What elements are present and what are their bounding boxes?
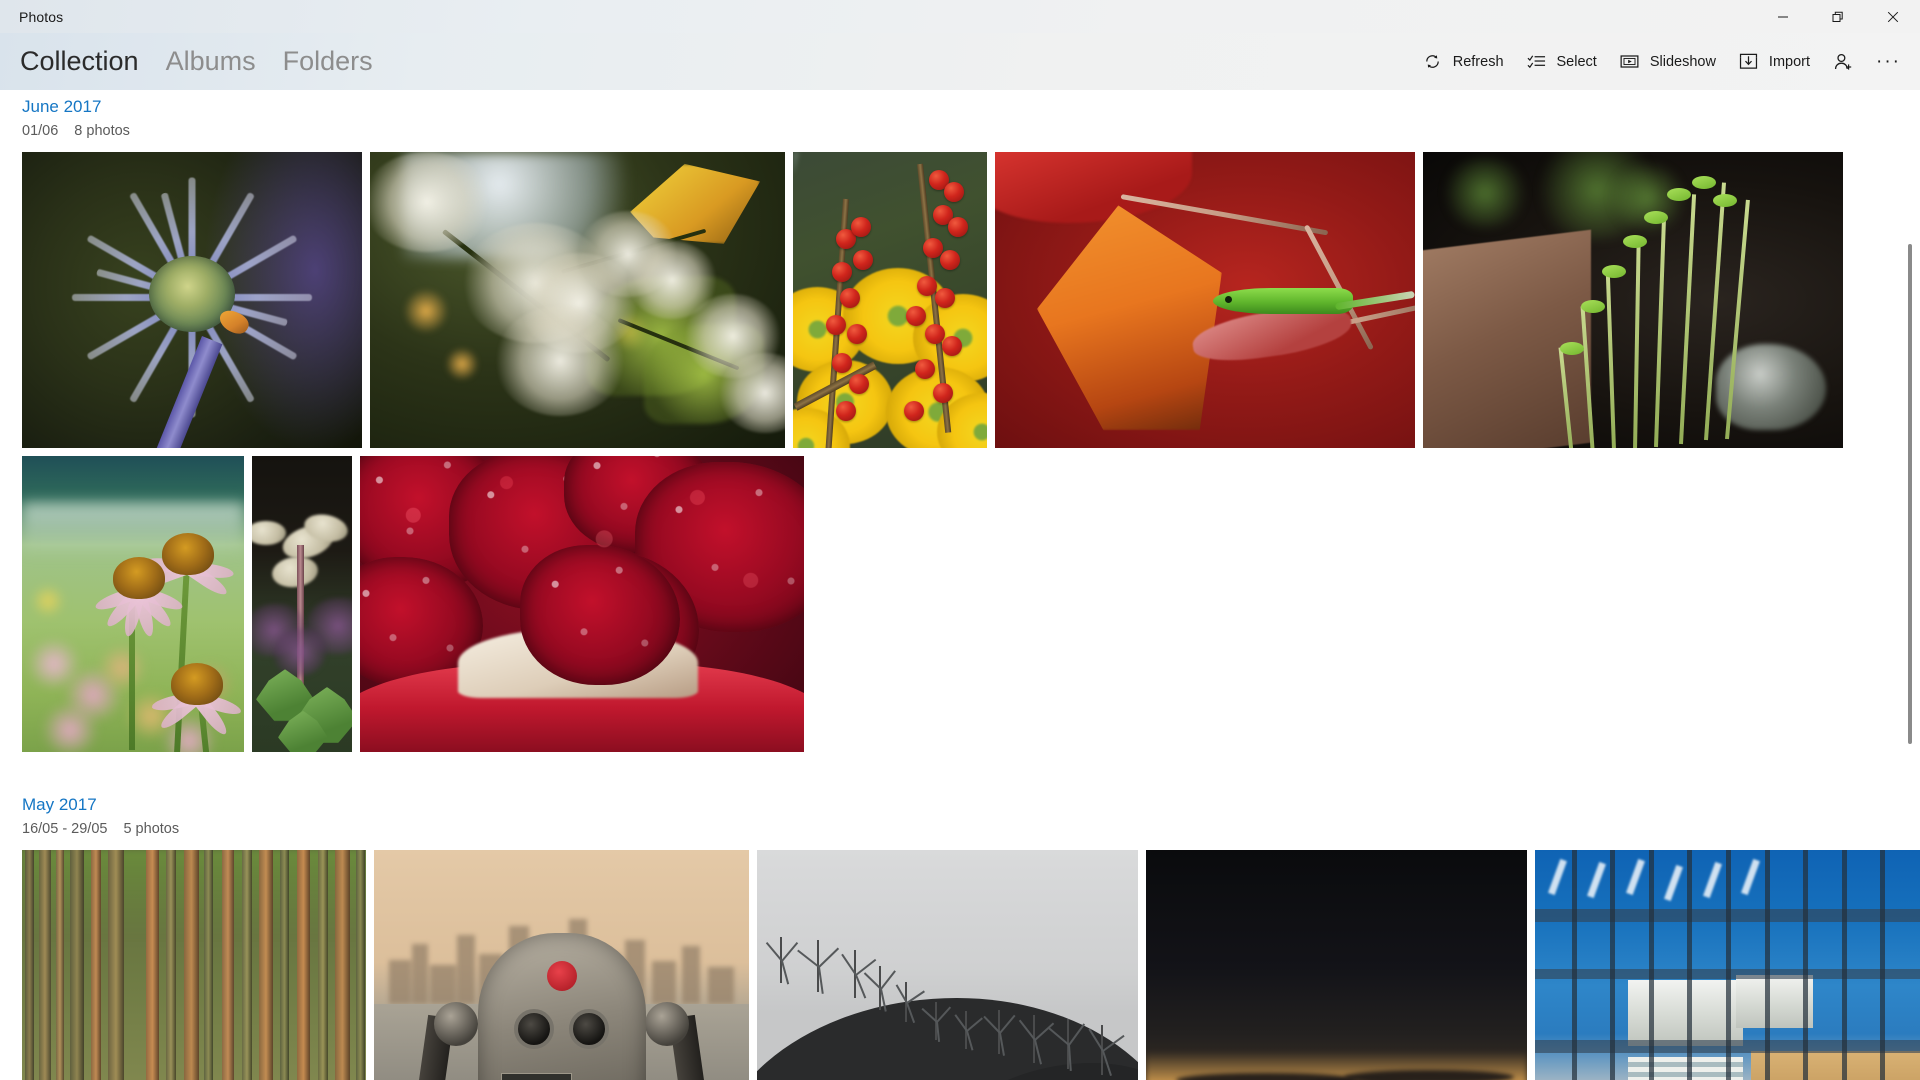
add-person-icon xyxy=(1832,51,1854,73)
photo-art-dark-sunset xyxy=(1146,850,1527,1080)
restore-icon xyxy=(1832,11,1843,22)
slideshow-label: Slideshow xyxy=(1649,53,1716,70)
photo-rows xyxy=(0,850,1920,1080)
photo-thumbnail[interactable] xyxy=(360,456,804,753)
group-date-range: 01/06 xyxy=(22,123,59,140)
toolbar: Refresh Select Slideshow Import ··· xyxy=(1411,33,1912,90)
photo-rows xyxy=(0,152,1920,753)
close-button[interactable] xyxy=(1865,0,1920,33)
photo-art-seedlings-brick xyxy=(1423,152,1843,449)
group-header: May 2017 16/05 - 29/05 5 photos xyxy=(0,794,1920,837)
slideshow-icon xyxy=(1619,51,1641,73)
minimize-icon xyxy=(1777,16,1788,17)
photo-thumbnail[interactable] xyxy=(252,456,352,753)
slideshow-button[interactable]: Slideshow xyxy=(1608,39,1727,84)
photo-thumbnail[interactable] xyxy=(1535,850,1920,1080)
photo-art-coneflower-meadow xyxy=(22,456,244,753)
photo-thumbnail[interactable] xyxy=(793,152,987,449)
photo-thumbnail[interactable] xyxy=(1146,850,1527,1080)
photo-thumbnail[interactable] xyxy=(22,456,244,753)
photo-row xyxy=(22,152,1920,449)
import-button[interactable]: Import xyxy=(1727,39,1821,84)
photo-thumbnail[interactable] xyxy=(995,152,1415,449)
group-meta: 01/06 8 photos xyxy=(22,123,1920,139)
photo-row xyxy=(22,456,1920,753)
photo-collection-scroll-area[interactable]: June 2017 01/06 8 photos May 2017 16/05 … xyxy=(0,90,1920,1080)
window-controls xyxy=(1755,0,1920,33)
import-label: Import xyxy=(1768,53,1811,70)
photo-art-sea-holly xyxy=(22,152,362,449)
scrollbar-thumb[interactable] xyxy=(1908,244,1912,744)
refresh-icon xyxy=(1422,51,1444,73)
photo-thumbnail[interactable] xyxy=(374,850,749,1080)
title-bar: Photos xyxy=(0,0,1920,33)
tab-folders[interactable]: Folders xyxy=(283,46,373,77)
photo-thumbnail[interactable] xyxy=(1423,152,1843,449)
tab-collection[interactable]: Collection xyxy=(20,46,139,77)
more-options-button[interactable]: ··· xyxy=(1865,39,1912,84)
refresh-label: Refresh xyxy=(1452,53,1504,70)
group-date-range: 16/05 - 29/05 xyxy=(22,821,108,838)
photo-row xyxy=(22,850,1920,1080)
command-bar: Collection Albums Folders Refresh Select… xyxy=(0,33,1920,90)
photo-thumbnail[interactable] xyxy=(22,152,362,449)
photo-art-red-berries xyxy=(793,152,987,449)
group-meta: 16/05 - 29/05 5 photos xyxy=(22,821,1920,837)
nav-tabs: Collection Albums Folders xyxy=(20,46,400,77)
more-dots-icon: ··· xyxy=(1876,51,1901,72)
group-header: June 2017 01/06 8 photos xyxy=(0,90,1920,139)
refresh-button[interactable]: Refresh xyxy=(1411,39,1515,84)
group-photo-count: 8 photos xyxy=(74,123,130,140)
minimize-button[interactable] xyxy=(1755,0,1810,33)
photo-art-pomegranate xyxy=(360,456,804,753)
photo-art-green-anole-lizard xyxy=(995,152,1415,449)
restore-button[interactable] xyxy=(1810,0,1865,33)
photo-art-pale-pod-ivy xyxy=(252,456,352,753)
group-title[interactable]: June 2017 xyxy=(22,96,101,118)
tab-albums[interactable]: Albums xyxy=(166,46,256,77)
select-button[interactable]: Select xyxy=(1515,39,1608,84)
vertical-scrollbar[interactable] xyxy=(1904,90,1916,1080)
select-label: Select xyxy=(1556,53,1597,70)
photo-art-wind-turbines xyxy=(757,850,1138,1080)
group-title[interactable]: May 2017 xyxy=(22,794,97,816)
add-person-button[interactable] xyxy=(1821,39,1865,84)
photo-art-clematis-seedheads xyxy=(370,152,785,449)
photo-thumbnail[interactable] xyxy=(22,850,366,1080)
app-title: Photos xyxy=(19,8,64,25)
close-icon xyxy=(1887,11,1898,22)
photo-art-pine-forest xyxy=(22,850,366,1080)
photo-art-coin-viewer-skyline xyxy=(374,850,749,1080)
photo-group-june-2017: June 2017 01/06 8 photos xyxy=(0,90,1920,753)
photo-thumbnail[interactable] xyxy=(370,152,785,449)
photo-thumbnail[interactable] xyxy=(757,850,1138,1080)
photo-art-glass-facade xyxy=(1535,850,1920,1080)
photo-group-may-2017: May 2017 16/05 - 29/05 5 photos xyxy=(0,794,1920,1080)
import-download-icon xyxy=(1738,51,1760,73)
group-photo-count: 5 photos xyxy=(123,821,180,838)
select-checklist-icon xyxy=(1526,51,1548,73)
